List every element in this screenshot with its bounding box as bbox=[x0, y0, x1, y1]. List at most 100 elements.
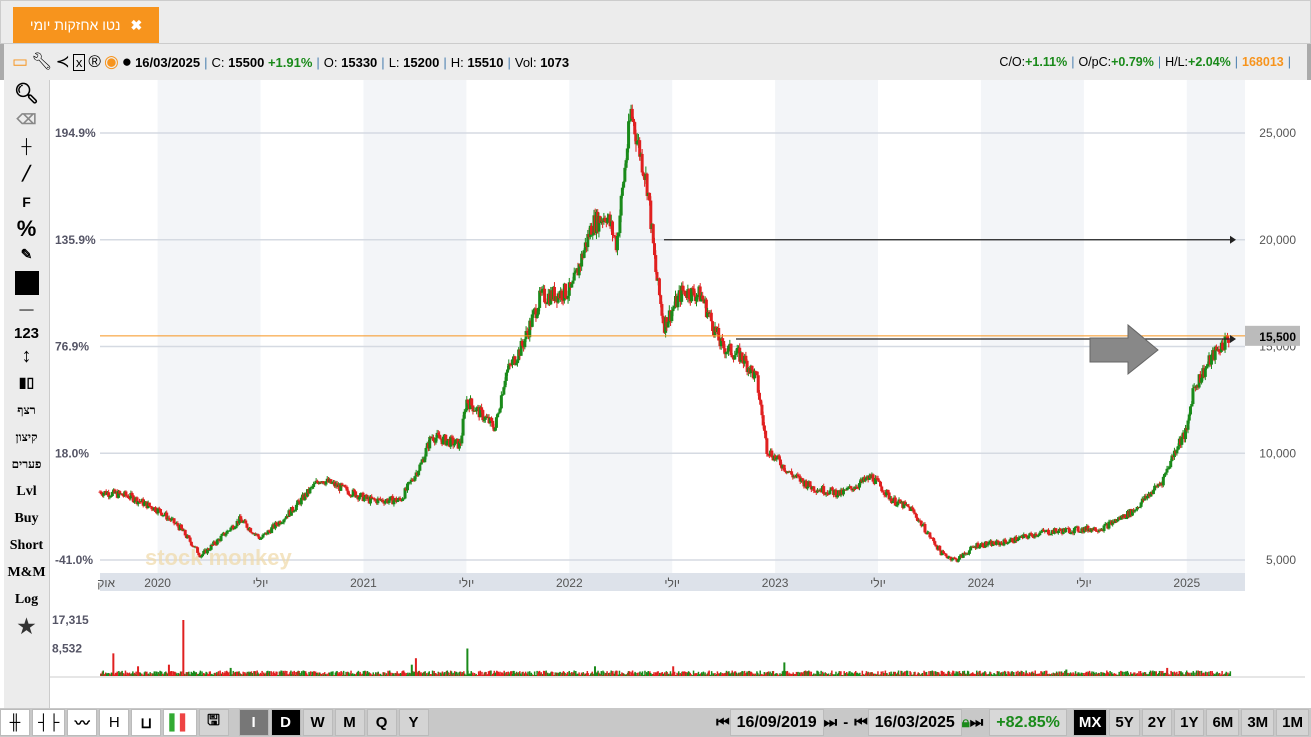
candle-body bbox=[923, 524, 927, 533]
lock-icon[interactable]: 🔒︎ bbox=[962, 714, 970, 731]
candle-body bbox=[654, 255, 658, 272]
volume-bar bbox=[772, 671, 775, 676]
line-width-icon[interactable]: — bbox=[20, 296, 34, 323]
candle-body bbox=[461, 418, 465, 436]
window-icon[interactable]: ▭ bbox=[12, 52, 28, 72]
registered-icon[interactable]: ® bbox=[88, 52, 101, 72]
volume-spike bbox=[672, 666, 675, 676]
x-tick-label: 2023 bbox=[762, 576, 789, 590]
range-MX[interactable]: MX bbox=[1072, 709, 1108, 736]
candle-body bbox=[640, 153, 644, 173]
range-5Y[interactable]: 5Y bbox=[1109, 709, 1140, 736]
candle-body bbox=[757, 392, 761, 400]
chart-area[interactable]: 5,000 10,000 15,000 20,000 25,000 194.9% 135.9… bbox=[50, 80, 1305, 710]
close-icon[interactable]: ✖ bbox=[130, 17, 142, 34]
measure-icon[interactable]: ↕ bbox=[22, 343, 32, 370]
short-button[interactable]: Short bbox=[10, 532, 43, 559]
candles-icon[interactable]: ▮▯ bbox=[19, 370, 34, 397]
volume-bar bbox=[1221, 670, 1223, 676]
eraser-icon[interactable]: ⌫ bbox=[17, 107, 37, 134]
candle-body bbox=[765, 438, 769, 454]
hl-chart-button[interactable]: H bbox=[99, 709, 130, 736]
interval-D[interactable]: D bbox=[270, 709, 301, 736]
low-label: L: bbox=[388, 54, 400, 70]
buy-button[interactable]: Buy bbox=[14, 505, 38, 532]
from-date[interactable]: 16/09/2019 bbox=[729, 709, 824, 736]
color-picker[interactable] bbox=[14, 269, 39, 296]
ohlc-chart-button[interactable]: ┤├ bbox=[32, 709, 66, 736]
candle-body bbox=[424, 448, 428, 457]
close-label: C: bbox=[211, 54, 225, 70]
first-icon[interactable]: ⏮ bbox=[716, 714, 730, 731]
interval-I[interactable]: I bbox=[238, 709, 269, 736]
last-icon[interactable]: ⏭ bbox=[970, 714, 984, 731]
volume-spike bbox=[783, 662, 786, 676]
pct-tick-label: 135.9% bbox=[55, 233, 96, 247]
pct-tick-label: 76.9% bbox=[55, 340, 89, 354]
star-icon[interactable]: ★ bbox=[18, 613, 36, 640]
color-theme-button[interactable]: ▌ ▌ bbox=[163, 709, 197, 736]
candle-body bbox=[615, 235, 619, 251]
percent-tool[interactable]: % bbox=[17, 215, 37, 242]
edit-icon[interactable]: ✎ bbox=[21, 242, 33, 269]
range-1Y[interactable]: 1Y bbox=[1174, 709, 1205, 736]
price-chart[interactable]: 5,00010,00015,00020,00025,000194.9%135.9… bbox=[50, 80, 1305, 710]
continuous-toggle[interactable]: רצף bbox=[17, 397, 35, 424]
candle-body bbox=[619, 195, 623, 216]
forward-icon[interactable]: ⏭ bbox=[824, 714, 838, 731]
wrench-icon[interactable]: 🔧︎ bbox=[31, 52, 53, 72]
interval-Q[interactable]: Q bbox=[366, 709, 397, 736]
range-3M[interactable]: 3M bbox=[1241, 709, 1275, 736]
label-tool[interactable]: 123 bbox=[14, 323, 39, 343]
high-value: 15510 bbox=[467, 54, 504, 70]
share-icon[interactable]: ≺ bbox=[56, 52, 70, 72]
range-2Y[interactable]: 2Y bbox=[1141, 709, 1173, 736]
open-value: 15330 bbox=[341, 54, 378, 70]
candle-body bbox=[292, 511, 296, 513]
comment-icon[interactable]: ● bbox=[122, 52, 132, 72]
candle-body bbox=[627, 121, 631, 149]
split-toggle[interactable]: קיצון bbox=[16, 424, 38, 451]
crosshair-icon[interactable]: ┼ bbox=[22, 134, 32, 161]
mm-button[interactable]: M&M bbox=[7, 559, 45, 586]
info-bar: ▭ 🔧︎ ≺ x ® ◉ ● 16/03/2025 | C: 15500 +1.9… bbox=[0, 44, 1311, 80]
x-tick-label: יולי bbox=[253, 576, 269, 590]
candle-body bbox=[428, 436, 432, 449]
target-icon[interactable]: ◉ bbox=[104, 52, 119, 72]
to-date[interactable]: 16/03/2025 bbox=[867, 709, 962, 736]
range-1M[interactable]: 1M bbox=[1276, 709, 1309, 736]
line-icon[interactable]: ╱ bbox=[22, 161, 30, 188]
log-button[interactable]: Log bbox=[15, 586, 38, 613]
x-tick-label: 2020 bbox=[144, 576, 171, 590]
range-group: MX 5Y 2Y 1Y 6M 3M 1M bbox=[1072, 709, 1311, 736]
interval-Y[interactable]: Y bbox=[398, 709, 429, 736]
fibonacci-tool[interactable]: F bbox=[22, 188, 31, 215]
candle-body bbox=[452, 443, 456, 446]
candle-body bbox=[245, 523, 249, 528]
zoom-icon[interactable]: 🔍︎ bbox=[14, 80, 39, 107]
candle-body bbox=[1169, 460, 1173, 468]
time-band bbox=[569, 80, 673, 573]
interval-M[interactable]: M bbox=[334, 709, 365, 736]
hl-value: +2.04% bbox=[1188, 55, 1231, 69]
candle-body bbox=[709, 312, 713, 322]
save-icon[interactable]: 🖫 bbox=[198, 709, 229, 736]
interval-W[interactable]: W bbox=[302, 709, 333, 736]
candle-body bbox=[499, 395, 503, 409]
tab-chart[interactable]: נטו אחזקות יומי ✖ bbox=[13, 7, 159, 43]
candle-body bbox=[1227, 339, 1231, 343]
lvl-button[interactable]: Lvl bbox=[16, 478, 36, 505]
gaps-toggle[interactable]: פערים bbox=[12, 451, 42, 478]
candle-body bbox=[572, 272, 576, 281]
back-icon[interactable]: ⏮ bbox=[854, 714, 868, 731]
candle-chart-button[interactable]: ╫ bbox=[0, 709, 30, 736]
candle-body bbox=[494, 417, 498, 428]
x-tick-label: 2024 bbox=[968, 576, 995, 590]
excel-icon[interactable]: x bbox=[72, 53, 86, 71]
line-chart-button[interactable]: 〰 bbox=[67, 709, 98, 736]
area-chart-button[interactable]: ⊔ bbox=[131, 709, 162, 736]
volume-spike bbox=[1065, 669, 1068, 676]
price-tick-label: 20,000 bbox=[1259, 233, 1296, 247]
range-6M[interactable]: 6M bbox=[1206, 709, 1240, 736]
period-change: +82.85% bbox=[989, 709, 1067, 736]
